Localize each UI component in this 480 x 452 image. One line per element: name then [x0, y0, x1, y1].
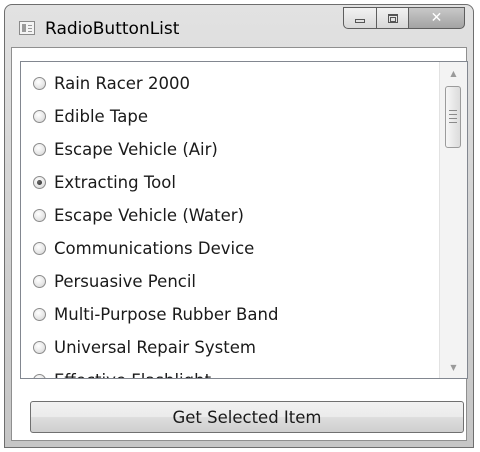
radio-list-item[interactable]: Communications Device [33, 235, 254, 261]
radio-item-label: Rain Racer 2000 [54, 73, 190, 93]
radio-item-label: Extracting Tool [54, 172, 176, 192]
radio-item-label: Multi-Purpose Rubber Band [54, 304, 279, 324]
radio-list-item[interactable]: Effective Flashlight [33, 367, 211, 378]
radio-list-items: Rain Racer 2000 Edible Tape Escape Vehicle… [21, 62, 437, 378]
minimize-button[interactable] [343, 7, 377, 29]
radio-item-label: Escape Vehicle (Water) [54, 205, 244, 225]
radio-button[interactable] [33, 307, 46, 321]
title-bar[interactable]: RadioButtonList ✕ [5, 5, 473, 49]
thumb-grip-line [449, 114, 457, 115]
radio-item-label: Escape Vehicle (Air) [54, 139, 218, 159]
radio-list-item[interactable]: Escape Vehicle (Air) [33, 136, 218, 162]
thumb-grip-line [449, 122, 457, 123]
maximize-icon [387, 13, 398, 23]
radio-list-item[interactable]: Extracting Tool [33, 169, 176, 195]
vertical-scrollbar[interactable]: ▲ ▼ [439, 62, 467, 378]
radio-button[interactable] [33, 373, 46, 378]
close-icon: ✕ [430, 10, 443, 26]
radio-button[interactable] [33, 76, 46, 90]
radio-button[interactable] [33, 241, 46, 255]
radio-item-label: Effective Flashlight [54, 371, 211, 379]
radio-item-label: Edible Tape [54, 106, 149, 126]
radio-button-list[interactable]: Rain Racer 2000 Edible Tape Escape Vehicle… [20, 61, 468, 379]
radio-button[interactable] [33, 274, 46, 288]
window-app-icon[interactable] [19, 21, 35, 35]
radio-button[interactable] [33, 109, 46, 123]
radio-button[interactable] [33, 142, 46, 156]
radio-list-item[interactable]: Persuasive Pencil [33, 268, 196, 294]
radio-list-item[interactable]: Edible Tape [33, 103, 148, 129]
scroll-up-arrow-icon[interactable]: ▲ [440, 62, 467, 84]
radio-list-item[interactable]: Rain Racer 2000 [33, 70, 190, 96]
maximize-button[interactable] [377, 7, 409, 29]
radio-item-label: Persuasive Pencil [54, 271, 197, 291]
caption-buttons: ✕ [343, 7, 465, 29]
minimize-icon [355, 19, 365, 23]
get-selected-item-button[interactable]: Get Selected Item [30, 401, 464, 433]
radio-button-checked[interactable] [33, 175, 46, 189]
thumb-grip-line [449, 118, 457, 119]
radio-list-item[interactable]: Escape Vehicle (Water) [33, 202, 244, 228]
window-title: RadioButtonList [45, 19, 180, 39]
thumb-grip-line [449, 110, 457, 111]
radio-item-label: Universal Repair System [54, 337, 256, 357]
scroll-down-arrow-icon[interactable]: ▼ [440, 356, 467, 378]
radio-button[interactable] [33, 208, 46, 222]
radio-list-item[interactable]: Multi-Purpose Rubber Band [33, 301, 278, 327]
close-button[interactable]: ✕ [409, 7, 465, 29]
radio-item-label: Communications Device [54, 238, 255, 258]
scrollbar-thumb[interactable] [445, 86, 461, 148]
radio-list-item[interactable]: Universal Repair System [33, 334, 256, 360]
radio-button[interactable] [33, 340, 46, 354]
